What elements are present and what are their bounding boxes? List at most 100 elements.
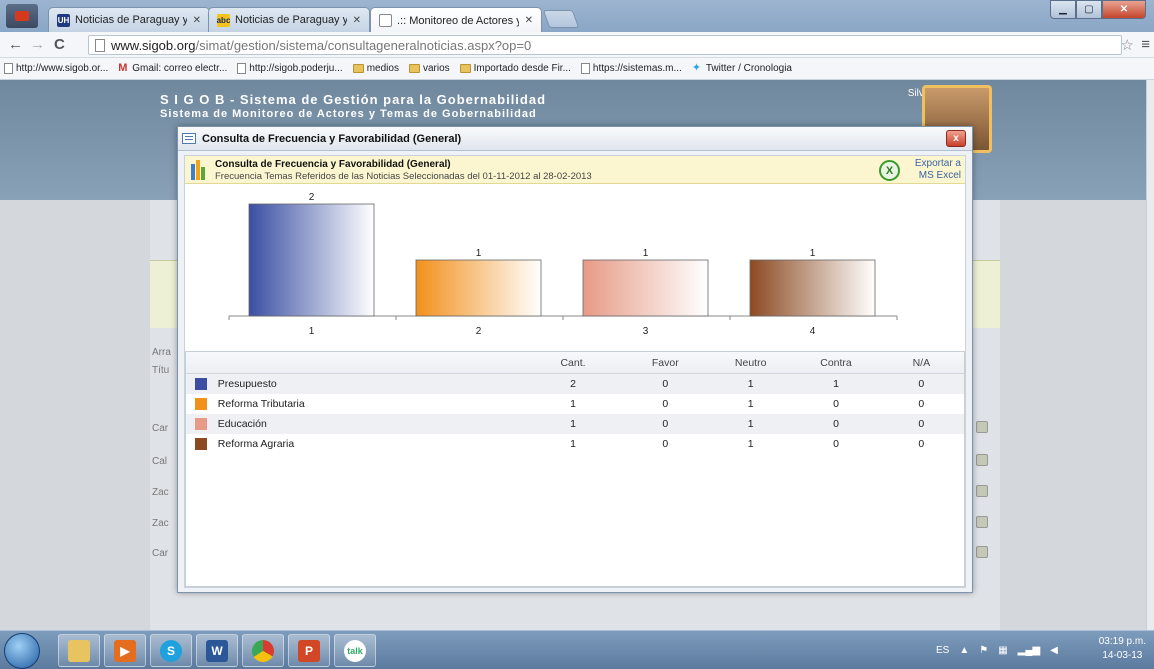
print-icon[interactable]: [976, 454, 988, 466]
close-tab-icon[interactable]: ✕: [353, 15, 361, 26]
header-favor[interactable]: Favor: [623, 357, 708, 369]
close-tab-icon[interactable]: ✕: [525, 15, 533, 26]
skype-icon: S: [160, 639, 182, 662]
url-host: www.sigob.org: [111, 37, 196, 53]
topic-name: Educación: [217, 418, 267, 430]
media-player-button[interactable]: ▶: [104, 634, 146, 667]
x-tick-label: 4: [810, 326, 816, 337]
excel-icon[interactable]: X: [879, 160, 900, 181]
powerpoint-button[interactable]: P: [288, 634, 330, 667]
bookmark-item[interactable]: M Gmail: correo electr...: [118, 62, 227, 75]
chart-bar[interactable]: [248, 203, 375, 317]
explorer-button[interactable]: [58, 634, 100, 667]
page-scrollbar[interactable]: [1146, 80, 1154, 630]
side-label: Cal: [152, 456, 168, 467]
word-button[interactable]: W: [196, 634, 238, 667]
reload-icon[interactable]: C: [54, 36, 65, 53]
gmail-icon: M: [118, 62, 128, 74]
show-hidden-icons-icon[interactable]: ▲: [959, 645, 969, 656]
window-controls: ▁ ▢ ✕: [1050, 0, 1146, 19]
favor-value: 0: [662, 418, 669, 430]
system-tray: ES ▲ ⚑ ▦ ▂▄▆ ◀: [936, 631, 1068, 669]
tab-noticias-abc[interactable]: abc Noticias de Paraguay y el ✕: [208, 7, 370, 32]
tab-label: Noticias de Paraguay y el: [75, 14, 187, 26]
word-icon: W: [206, 639, 228, 662]
table-row[interactable]: Reforma Tributaria 1 0 1 0 0: [186, 394, 964, 414]
clock[interactable]: 03:19 p.m. 14-03-13: [1099, 635, 1146, 663]
color-swatch-cell: [186, 418, 216, 430]
tab-noticias-uh[interactable]: UH Noticias de Paraguay y el ✕: [48, 7, 210, 32]
talk-icon: talk: [344, 639, 366, 662]
back-arrow-icon[interactable]: ←: [8, 36, 23, 53]
chart-bar[interactable]: [415, 259, 542, 317]
dialog-title: Consulta de Frecuencia y Favorabilidad (…: [202, 132, 462, 145]
network-icon[interactable]: ▦: [998, 645, 1007, 656]
browser-logo-icon[interactable]: [6, 4, 38, 28]
bookmark-item[interactable]: http://www.sigob.or...: [4, 63, 108, 74]
color-swatch: [194, 438, 207, 450]
print-icon[interactable]: [976, 516, 988, 528]
export-label-line2: MS Excel: [918, 170, 961, 181]
print-icon[interactable]: [976, 421, 988, 433]
table-row[interactable]: Reforma Agraria 1 0 1 0 0: [186, 434, 964, 454]
dialog-close-button[interactable]: x: [946, 130, 966, 147]
color-swatch: [194, 398, 207, 410]
volume-icon[interactable]: ◀: [1050, 645, 1058, 656]
bookmark-item[interactable]: http://sigob.poderju...: [237, 63, 343, 74]
close-tab-icon[interactable]: ✕: [193, 15, 201, 26]
export-label-line1: Exportar a: [914, 158, 961, 169]
address-bar[interactable]: www.sigob.org/simat/gestion/sistema/cons…: [88, 35, 1122, 55]
bookmark-item[interactable]: ✦ Twitter / Cronologia: [692, 63, 792, 75]
header-cant[interactable]: Cant.: [523, 357, 622, 369]
export-excel-link[interactable]: Exportar a MS Excel: [905, 158, 961, 182]
talk-button[interactable]: talk: [334, 634, 376, 667]
table-row[interactable]: Presupuesto 2 0 1 1 0: [186, 374, 964, 394]
bookmark-label: Twitter / Cronologia: [705, 63, 792, 74]
flag-icon[interactable]: ⚑: [979, 645, 988, 656]
neutro-value: 1: [747, 438, 754, 450]
header-na[interactable]: N/A: [879, 357, 964, 369]
chart-bar[interactable]: [582, 259, 709, 317]
abc-favicon-icon: abc: [216, 13, 231, 27]
bookmark-star-icon[interactable]: ☆: [1121, 36, 1134, 54]
x-tick-label: 1: [309, 326, 315, 337]
na-value: 0: [918, 378, 925, 390]
language-indicator[interactable]: ES: [936, 645, 949, 656]
start-button[interactable]: [4, 633, 40, 669]
tab-monitoreo[interactable]: .:: Monitoreo de Actores y ✕: [370, 7, 542, 33]
books-icon: [191, 160, 205, 180]
minimize-button[interactable]: ▁: [1050, 0, 1076, 19]
maximize-button[interactable]: ▢: [1076, 0, 1102, 19]
bookmark-item[interactable]: varios: [408, 63, 450, 74]
table-row[interactable]: Educación 1 0 1 0 0: [186, 414, 964, 434]
forward-arrow-icon[interactable]: →: [30, 36, 45, 53]
neutro-value: 1: [747, 418, 754, 430]
print-icon[interactable]: [976, 546, 988, 558]
header-contra[interactable]: Contra: [793, 357, 878, 369]
favor-value: 0: [662, 378, 669, 390]
bookmark-label: Importado desde Fir...: [473, 63, 571, 74]
chart-bar[interactable]: [749, 259, 876, 317]
new-tab-button[interactable]: [542, 10, 580, 28]
chrome-button[interactable]: [242, 634, 284, 667]
close-window-button[interactable]: ✕: [1102, 0, 1146, 19]
side-label: Títu: [152, 365, 170, 376]
frequency-dialog: Consulta de Frecuencia y Favorabilidad (…: [177, 126, 973, 593]
skype-button[interactable]: S: [150, 634, 192, 667]
dialog-titlebar[interactable]: Consulta de Frecuencia y Favorabilidad (…: [178, 127, 972, 151]
bookmark-label: medios: [366, 63, 399, 74]
bookmark-item[interactable]: medios: [352, 63, 399, 74]
topic-name: Reforma Agraria: [217, 438, 295, 450]
cant-value: 1: [570, 398, 576, 410]
bookmark-item[interactable]: Importado desde Fir...: [459, 63, 571, 74]
cant-value: 2: [570, 378, 576, 390]
bookmark-item[interactable]: https://sistemas.m...: [580, 63, 682, 74]
taskbar: ▶ S W P talk ES ▲ ⚑ ▦ ▂▄▆ ◀ 03:19 p.m. 1…: [0, 630, 1154, 669]
clock-date: 14-03-13: [1102, 650, 1143, 661]
report-subtitle: Frecuencia Temas Referidos de las Notici…: [215, 171, 592, 182]
menu-icon[interactable]: ≡: [1141, 36, 1150, 53]
bookmark-label: http://sigob.poderju...: [249, 63, 343, 74]
signal-icon[interactable]: ▂▄▆: [1018, 645, 1040, 656]
print-icon[interactable]: [976, 485, 988, 497]
header-neutro[interactable]: Neutro: [708, 357, 793, 369]
